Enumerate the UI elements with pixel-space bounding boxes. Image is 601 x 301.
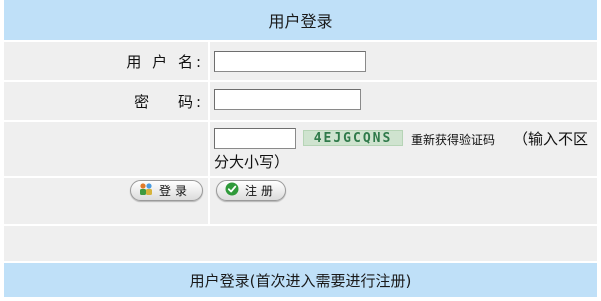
captcha-hint: （输入不区 [513,130,589,148]
captcha-input[interactable] [214,128,296,149]
password-label: 密 码: [134,92,204,111]
password-input[interactable] [214,89,361,110]
password-label-cell: 密 码: [4,82,208,120]
page-title: 用户登录 [268,12,333,31]
spacer-row [4,226,597,261]
check-circle-icon [225,182,239,199]
footer-note: 用户登录(首次进入需要进行注册) [189,271,412,290]
username-label: 用 户 名: [126,52,204,71]
captcha-image-text: 4EJGCQNS [313,130,393,146]
register-button-label: 注册 [245,184,278,198]
login-panel: 用户登录 用 户 名: 密 码: 4EJGCQNS 重新获得验证码 （输入不区 … [0,0,601,301]
captcha-image: 4EJGCQNS [303,130,403,146]
login-button-label: 登录 [159,184,192,198]
users-group-icon [139,182,153,199]
register-button[interactable]: 注册 [216,180,286,201]
login-header: 用户登录 [4,0,597,40]
captcha-hint-continued: 分大小写） [214,153,290,171]
refresh-captcha-link[interactable]: 重新获得验证码 [411,131,495,148]
login-button[interactable]: 登录 [130,180,203,201]
login-footer: 用户登录(首次进入需要进行注册) [4,263,597,297]
username-input[interactable] [214,51,366,72]
captcha-label-cell [4,122,208,176]
username-label-cell: 用 户 名: [4,42,208,80]
